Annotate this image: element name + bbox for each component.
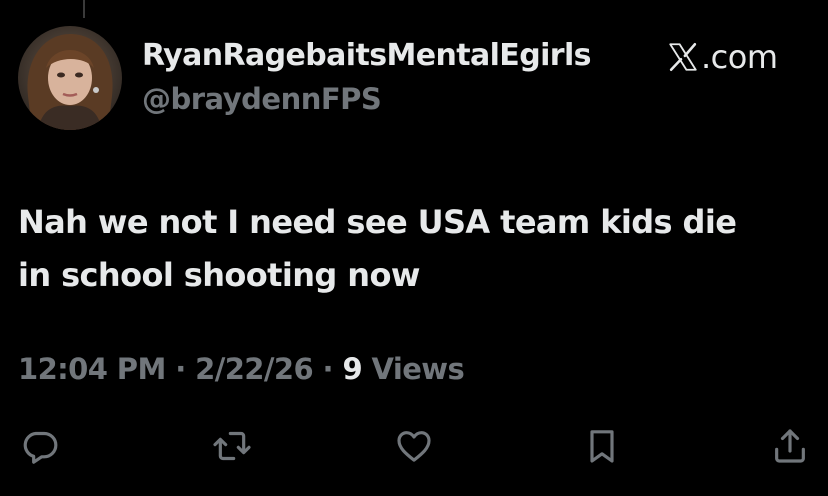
- retweet-icon: [213, 431, 251, 461]
- brand-watermark: .com: [666, 38, 778, 76]
- like-button[interactable]: [390, 422, 438, 470]
- tweet-date[interactable]: 2/22/26: [195, 352, 313, 386]
- avatar[interactable]: [18, 26, 122, 130]
- action-bar: [0, 422, 828, 474]
- tweet-text: Nah we not I need see USA team kids die …: [18, 196, 808, 302]
- bookmark-button[interactable]: [578, 422, 626, 470]
- meta-separator: ·: [313, 352, 343, 386]
- reply-icon: [23, 431, 58, 464]
- brand-domain: .com: [701, 38, 778, 76]
- tweet-metadata: 12:04 PM · 2/22/26 · 9 Views: [18, 352, 465, 386]
- meta-separator: ·: [165, 352, 196, 386]
- like-icon: [397, 431, 431, 462]
- share-button[interactable]: [766, 422, 814, 470]
- tweet-time[interactable]: 12:04 PM: [18, 352, 166, 386]
- tweet-text-line-1: Nah we not I need see USA team kids die: [18, 203, 737, 241]
- share-icon: [775, 429, 805, 463]
- user-handle[interactable]: @braydennFPS: [142, 82, 382, 116]
- bookmark-icon: [590, 430, 614, 463]
- avatar-image: [18, 26, 122, 130]
- tweet-text-line-2: in school shooting now: [18, 256, 420, 294]
- retweet-button[interactable]: [208, 422, 256, 470]
- views-label: Views: [362, 352, 465, 386]
- thread-connector-line: [83, 0, 85, 18]
- x-logo-icon: [669, 42, 697, 72]
- views-count: 9: [342, 352, 363, 386]
- reply-button[interactable]: [16, 422, 64, 470]
- display-name[interactable]: RyanRagebaitsMentalEgirls: [142, 38, 591, 73]
